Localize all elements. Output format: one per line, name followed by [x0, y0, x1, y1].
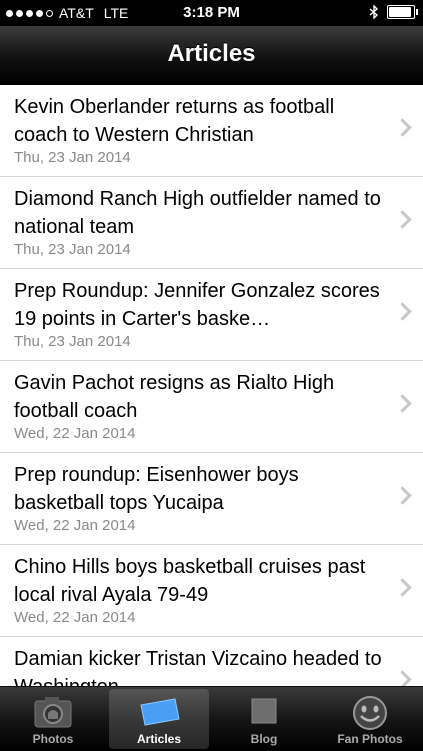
camera-icon — [34, 697, 72, 728]
chevron-right-icon — [393, 302, 412, 321]
list-item[interactable]: Prep roundup: Eisenhower boys basketball… — [0, 453, 423, 545]
status-right — [369, 5, 418, 19]
article-headline: Damian kicker Tristan Vizcaino headed to… — [14, 648, 382, 686]
article-date: Wed, 22 Jan 2014 — [14, 609, 136, 626]
chevron-right-icon — [393, 394, 412, 413]
blog-icon — [251, 698, 277, 724]
article-date: Wed, 22 Jan 2014 — [14, 425, 136, 442]
list-item[interactable]: Chino Hills boys basketball cruises past… — [0, 545, 423, 637]
tab-fan-photos[interactable]: Fan Photos — [320, 689, 420, 749]
article-headline: Diamond Ranch High outfielder named to n… — [14, 188, 381, 238]
list-item[interactable]: Damian kicker Tristan Vizcaino headed to… — [0, 637, 423, 686]
chevron-right-icon — [393, 486, 412, 505]
tab-label: Photos — [32, 732, 74, 746]
status-bar: AT&T LTE 3:18 PM — [0, 0, 423, 26]
battery-icon — [387, 5, 418, 19]
chevron-right-icon — [393, 210, 412, 229]
tab-label: Fan Photos — [337, 732, 403, 746]
page-title: Articles — [167, 40, 256, 67]
navigation-bar: Articles — [0, 26, 423, 85]
articles-list[interactable]: Kevin Oberlander returns as football coa… — [0, 85, 423, 686]
chevron-right-icon — [393, 118, 412, 137]
tab-label: Blog — [250, 732, 278, 746]
smiley-icon — [353, 696, 387, 730]
article-date: Wed, 22 Jan 2014 — [14, 517, 136, 534]
tab-bar: Photos Articles Blog Fan Photos — [0, 686, 423, 751]
tab-photos[interactable]: Photos — [3, 689, 103, 749]
tab-articles[interactable]: Articles — [109, 689, 209, 749]
article-date: Thu, 23 Jan 2014 — [14, 149, 131, 166]
article-headline: Prep Roundup: Jennifer Gonzalez scores 1… — [14, 280, 380, 330]
tab-blog[interactable]: Blog — [214, 689, 314, 749]
chevron-right-icon — [393, 670, 412, 686]
article-date: Thu, 23 Jan 2014 — [14, 333, 131, 350]
bluetooth-icon — [369, 5, 379, 19]
article-headline: Prep roundup: Eisenhower boys basketball… — [14, 464, 299, 514]
tab-label: Articles — [136, 732, 182, 746]
articles-icon — [140, 698, 180, 726]
list-item[interactable]: Kevin Oberlander returns as football coa… — [0, 85, 423, 177]
chevron-right-icon — [393, 578, 412, 597]
status-time: 3:18 PM — [183, 4, 240, 21]
article-headline: Kevin Oberlander returns as football coa… — [14, 96, 335, 146]
article-headline: Gavin Pachot resigns as Rialto High foot… — [14, 372, 335, 422]
list-item[interactable]: Gavin Pachot resigns as Rialto High foot… — [0, 361, 423, 453]
list-item[interactable]: Prep Roundup: Jennifer Gonzalez scores 1… — [0, 269, 423, 361]
article-date: Thu, 23 Jan 2014 — [14, 241, 131, 258]
list-item[interactable]: Diamond Ranch High outfielder named to n… — [0, 177, 423, 269]
article-headline: Chino Hills boys basketball cruises past… — [14, 556, 366, 606]
